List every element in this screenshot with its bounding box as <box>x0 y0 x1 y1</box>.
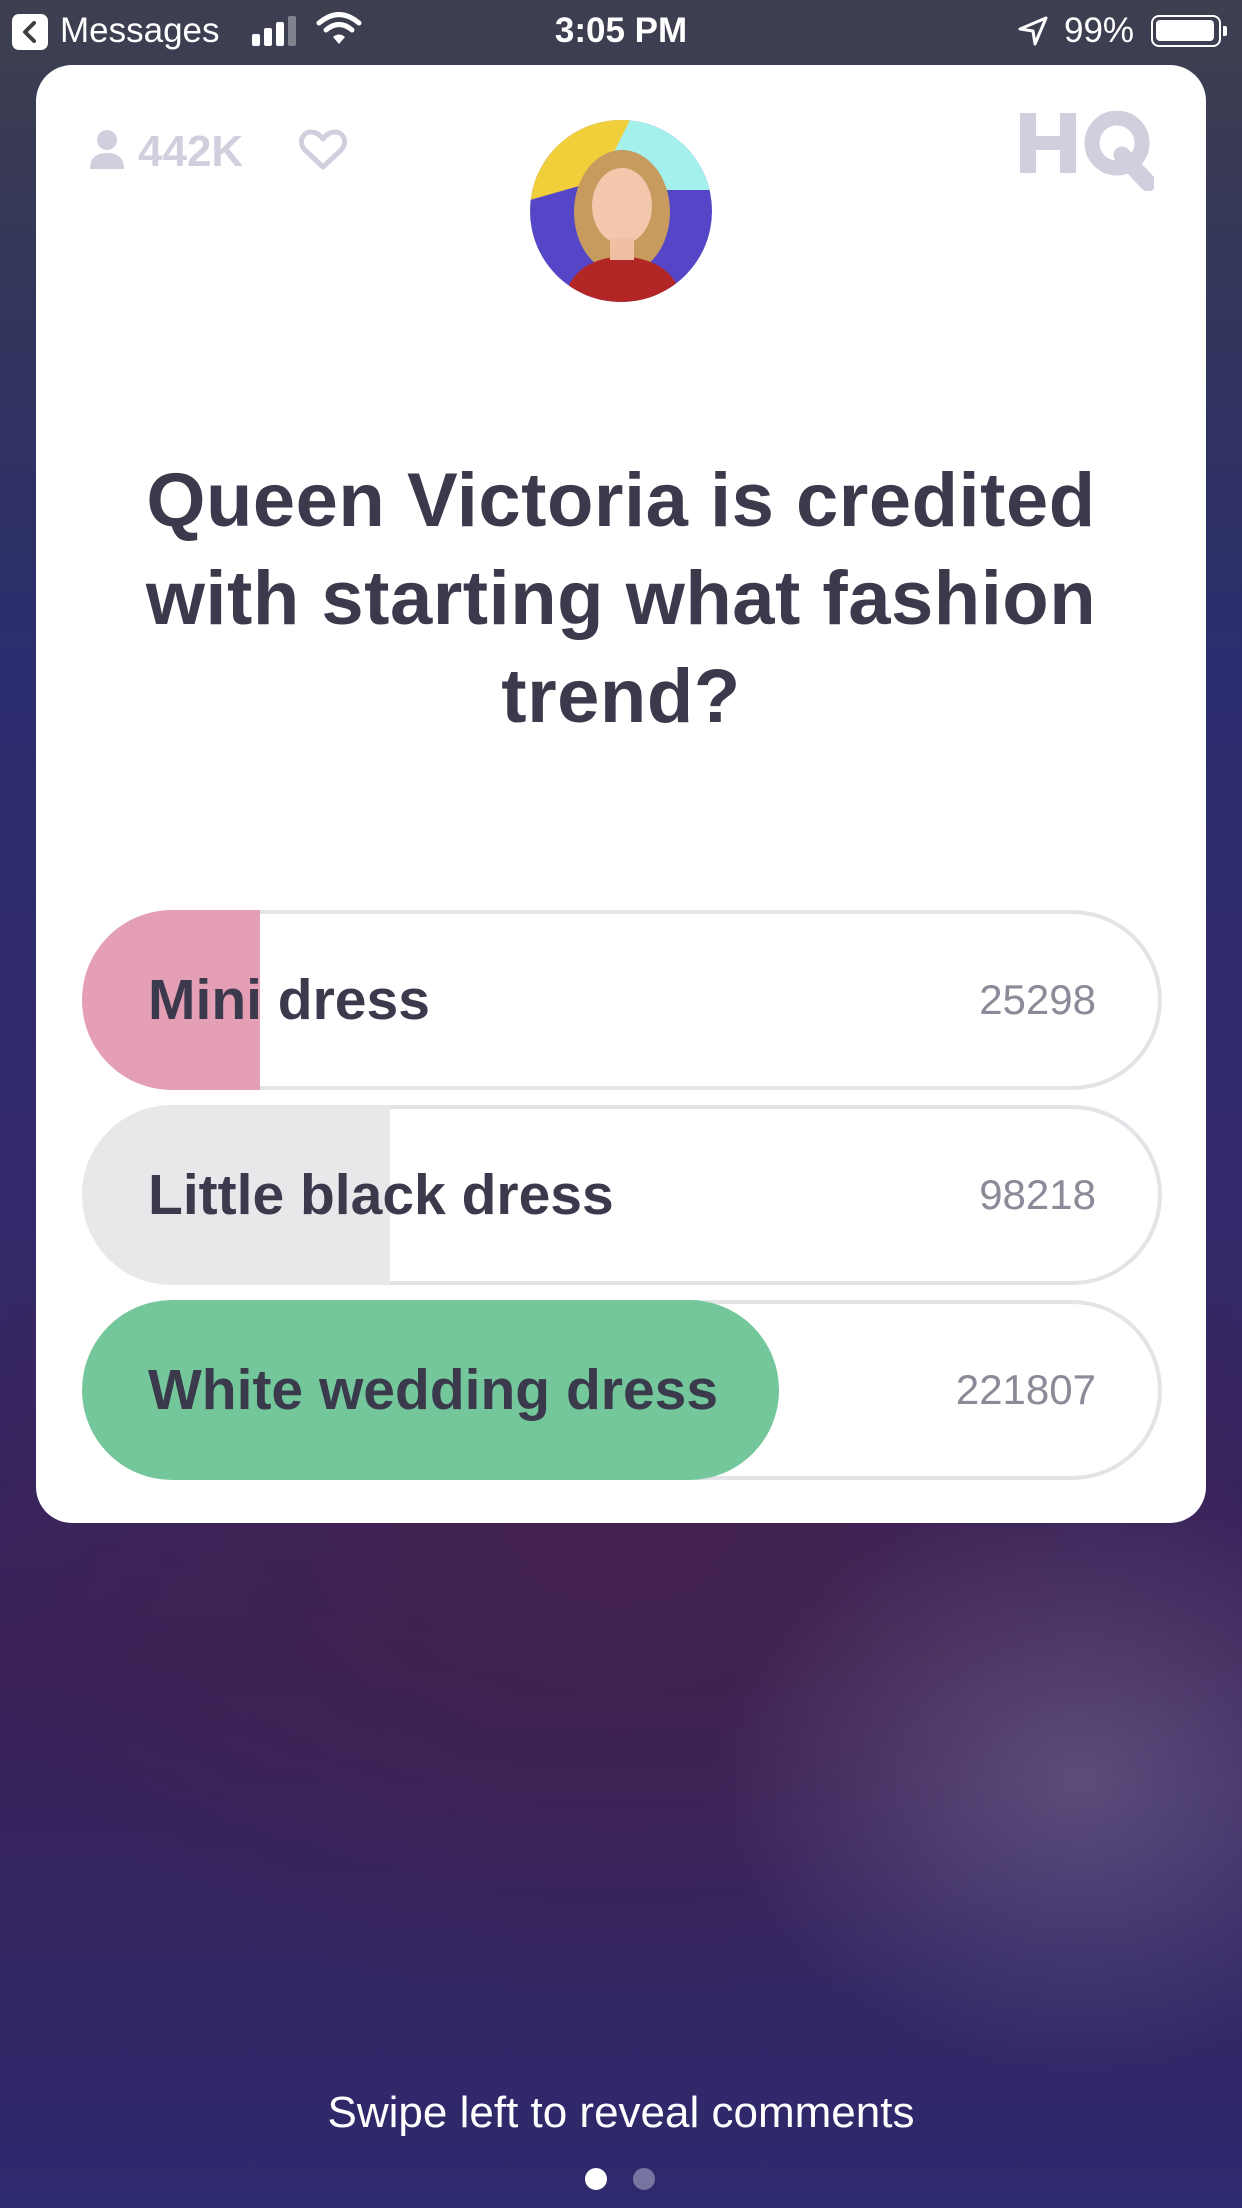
battery-percent: 99% <box>1064 11 1135 50</box>
answer-count: 221807 <box>955 1366 1096 1413</box>
page-dot[interactable] <box>633 2168 655 2190</box>
answer-label: Mini dress <box>148 968 430 1032</box>
answer-label: White wedding dress <box>148 1358 719 1422</box>
answer-count: 98218 <box>979 1171 1096 1218</box>
clock: 3:05 PM <box>554 11 688 50</box>
swipe-hint: Swipe left to reveal comments <box>327 2088 915 2137</box>
question-text: Queen Victoria is credited with starting… <box>145 458 1097 739</box>
person-icon <box>90 130 124 169</box>
battery-icon <box>1151 15 1227 47</box>
answer-option[interactable]: White wedding dress 221807 <box>82 1300 1162 1480</box>
answer-option[interactable]: Mini dress 25298 <box>82 910 1162 1090</box>
location-arrow-icon <box>1016 14 1050 53</box>
page-dot[interactable] <box>585 2168 607 2190</box>
hq-logo <box>1018 110 1157 196</box>
viewer-count-value: 442K <box>138 127 244 176</box>
answer-label: Little black dress <box>148 1163 614 1227</box>
answer-count: 25298 <box>979 976 1096 1023</box>
answer-option[interactable]: Little black dress 98218 <box>82 1105 1162 1285</box>
question-card: 442K Queen Victoria is credited with sta… <box>36 65 1206 1523</box>
host-avatar <box>530 120 712 302</box>
heart-icon[interactable] <box>298 129 348 176</box>
status-bar: Messages 3:05 PM 99% <box>0 0 1242 62</box>
